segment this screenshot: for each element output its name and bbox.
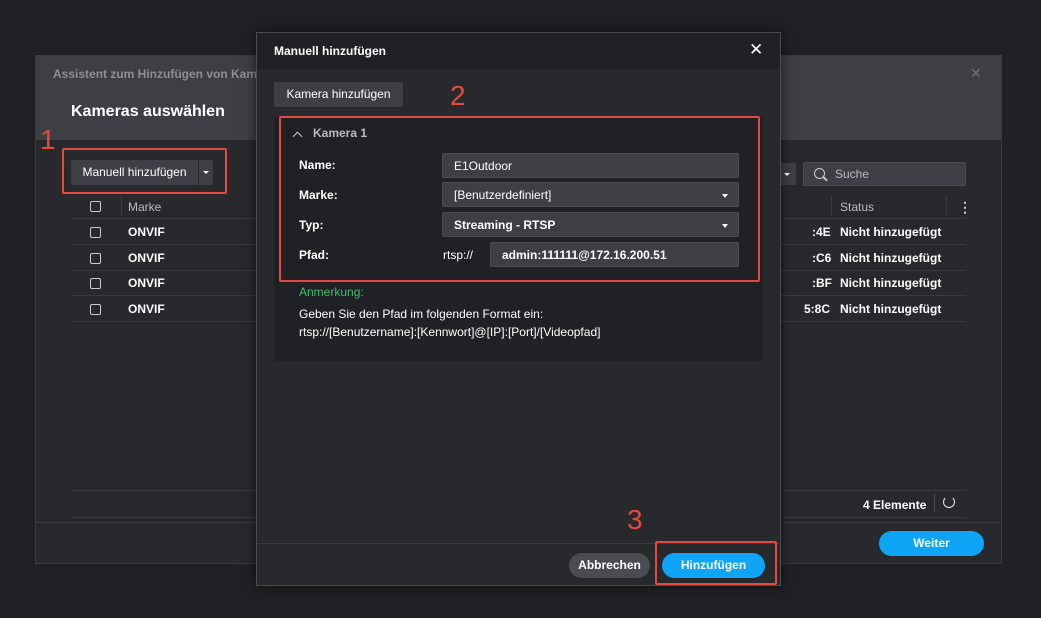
search-icon <box>814 168 825 179</box>
row-checkbox[interactable] <box>90 227 101 238</box>
column-divider <box>946 196 947 216</box>
add-camera-button[interactable]: Kamera hinzufügen <box>274 82 403 107</box>
callout-number-2: 2 <box>450 80 466 111</box>
row-mac: :BF <box>812 276 832 290</box>
wizard-title: Assistent zum Hinzufügen von Kameras <box>53 67 282 81</box>
column-divider <box>121 196 122 216</box>
dialog-header: Manuell hinzufügen ✕ <box>257 33 780 69</box>
row-brand: ONVIF <box>128 225 165 239</box>
column-header-brand[interactable]: Marke <box>128 200 161 214</box>
search-input[interactable]: Suche <box>803 162 966 186</box>
item-count: 4 Elemente <box>863 498 927 512</box>
row-status: Nicht hinzugefügt <box>840 302 942 316</box>
row-checkbox[interactable] <box>90 253 101 264</box>
row-status: Nicht hinzugefügt <box>840 251 942 265</box>
note-text: Geben Sie den Pfad im folgenden Format e… <box>299 307 544 321</box>
highlight-box-3 <box>655 541 777 585</box>
dialog-title: Manuell hinzufügen <box>274 44 386 58</box>
select-all-checkbox[interactable] <box>90 201 101 212</box>
row-mac: :4E <box>812 225 831 239</box>
row-checkbox[interactable] <box>90 304 101 315</box>
row-status: Nicht hinzugefügt <box>840 276 942 290</box>
more-vertical-icon[interactable]: ⋮ <box>958 199 972 216</box>
search-placeholder: Suche <box>835 167 870 181</box>
column-divider <box>831 196 832 216</box>
highlight-box-2 <box>279 116 760 282</box>
refresh-icon[interactable] <box>943 496 955 508</box>
close-icon[interactable]: ✕ <box>749 40 763 60</box>
footer-divider <box>934 494 935 512</box>
row-mac: 5:8C <box>804 302 831 316</box>
wizard-heading: Kameras auswählen <box>71 103 225 120</box>
row-mac: :C6 <box>812 251 832 265</box>
column-header-status[interactable]: Status <box>840 200 874 214</box>
row-brand: ONVIF <box>128 276 165 290</box>
row-brand: ONVIF <box>128 302 165 316</box>
note-format: rtsp://[Benutzername]:[Kennwort]@[IP]:[P… <box>299 325 601 339</box>
row-status: Nicht hinzugefügt <box>840 225 942 239</box>
row-brand: ONVIF <box>128 251 165 265</box>
note-label: Anmerkung: <box>299 285 364 299</box>
highlight-box-1 <box>62 148 227 194</box>
cancel-button[interactable]: Abbrechen <box>569 553 650 578</box>
callout-number-1: 1 <box>40 124 56 155</box>
callout-number-3: 3 <box>627 504 643 535</box>
close-icon[interactable]: ✕ <box>970 65 982 82</box>
next-button[interactable]: Weiter <box>879 531 984 556</box>
row-checkbox[interactable] <box>90 278 101 289</box>
